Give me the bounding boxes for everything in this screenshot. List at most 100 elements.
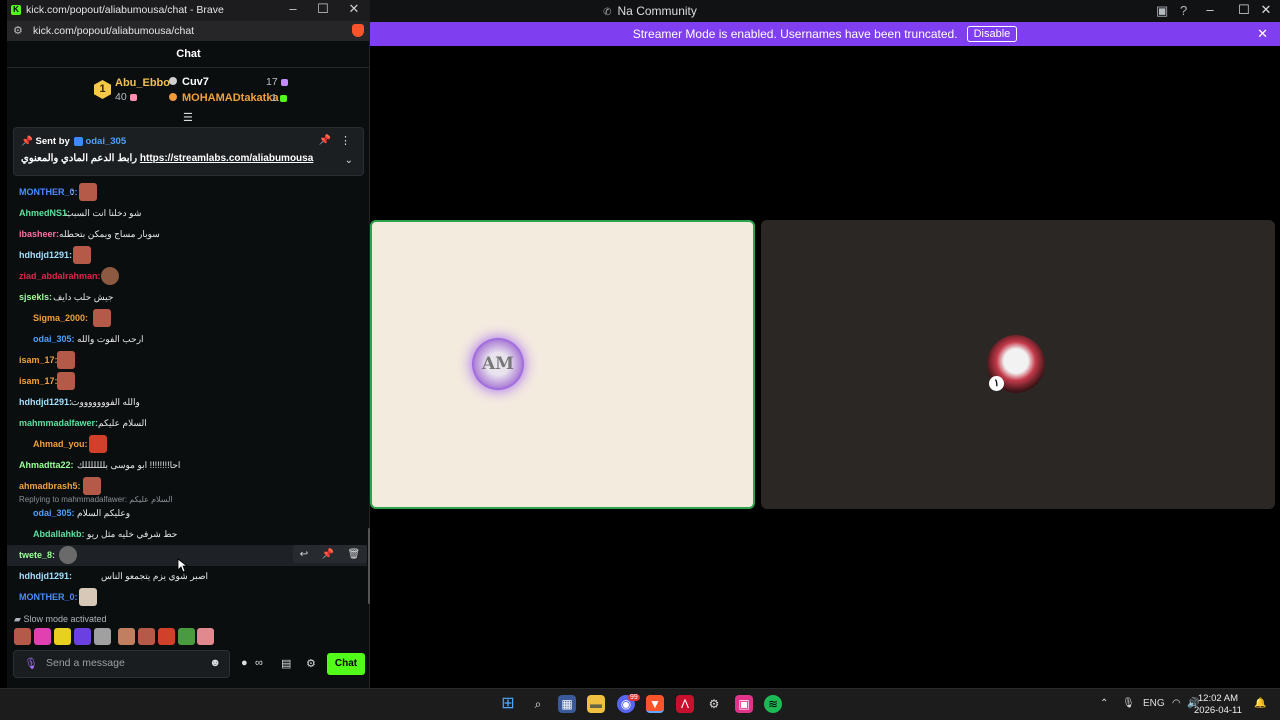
reply-icon[interactable]: ↩ <box>300 549 308 560</box>
leader-name[interactable]: Abu_Ebbo <box>115 77 170 89</box>
unpin-icon[interactable]: 📌 <box>319 135 331 146</box>
brave-shield-icon[interactable] <box>352 24 364 37</box>
start-menu-icon[interactable]: ⊞ <box>499 695 517 713</box>
microphone-icon[interactable]: 🎙 <box>24 657 38 670</box>
microphone-icon[interactable]: 🎙 <box>1122 698 1135 709</box>
app-icon[interactable]: Λ <box>676 695 694 713</box>
chevron-down-icon[interactable]: ⌄ <box>345 155 353 166</box>
chat-username[interactable]: odai_305: <box>33 334 75 344</box>
settings-gear-icon[interactable]: ⚙ <box>306 657 316 670</box>
close-button[interactable]: ✕ <box>340 1 368 17</box>
address-bar[interactable]: ⚙ kick.com/popout/aliabumousa/chat <box>7 21 370 41</box>
emote-button[interactable] <box>94 628 111 645</box>
leader-name[interactable]: MOHAMADtakatka <box>182 92 279 104</box>
chat-message[interactable]: ahmadbrash5: <box>7 476 367 497</box>
store-icon[interactable]: ▤ <box>281 657 291 670</box>
file-explorer-icon[interactable]: ▬ <box>587 695 605 713</box>
more-options-icon[interactable]: ⋮ <box>340 134 351 147</box>
infinity-icon[interactable]: ∞ <box>255 657 263 669</box>
disable-streamer-mode-button[interactable]: Disable <box>966 26 1018 42</box>
chat-username[interactable]: MONTHER_0: <box>19 592 78 602</box>
chat-username[interactable]: twete_8: <box>19 550 55 560</box>
message-input[interactable] <box>46 657 196 669</box>
brave-browser-icon[interactable]: ▼ <box>646 695 664 713</box>
send-chat-button[interactable]: Chat <box>327 653 365 675</box>
chat-username[interactable]: AhmedNS1: <box>19 208 70 218</box>
site-settings-icon[interactable]: ⚙ <box>13 24 23 37</box>
chat-message[interactable]: hdhdjd1291: اصبر شوي يزم يتجمعو الناس <box>7 566 367 587</box>
minimize-button[interactable]: – <box>1196 2 1224 17</box>
chat-username[interactable]: odai_305: <box>33 508 75 518</box>
chat-username[interactable]: isam_17: <box>19 376 58 386</box>
app-icon[interactable]: ⚙ <box>705 695 723 713</box>
chat-message[interactable]: sjsekls: جيش حلب دايف <box>7 287 367 308</box>
pinned-author[interactable]: odai_305 <box>85 136 126 147</box>
chat-username[interactable]: MONTHER_0: <box>19 187 78 197</box>
emote-button[interactable] <box>178 628 195 645</box>
help-icon[interactable]: ? <box>1180 3 1187 18</box>
close-button[interactable]: ✕ <box>1252 2 1280 18</box>
minimize-button[interactable]: – <box>279 1 307 16</box>
chat-username[interactable]: isam_17: <box>19 355 58 365</box>
emoji-picker-icon[interactable]: ☻ <box>209 657 221 669</box>
chat-username[interactable]: ziad_abdalrahman: <box>19 271 101 281</box>
chat-message[interactable]: ziad_abdalrahman: <box>7 266 367 287</box>
chat-message[interactable]: Ahmad_you: <box>7 434 367 455</box>
chat-username[interactable]: hdhdjd1291: <box>19 397 72 407</box>
emote-button[interactable] <box>197 628 214 645</box>
chat-message[interactable]: ibasheer: سوبار مساج ويمكن بتحطله <box>7 224 367 245</box>
chat-username[interactable]: hdhdjd1291: <box>19 571 72 581</box>
spotify-icon[interactable]: ≋ <box>764 695 782 713</box>
inbox-icon[interactable]: ▣ <box>1156 3 1168 19</box>
close-banner-icon[interactable]: ✕ <box>1257 26 1268 42</box>
emote-button[interactable] <box>54 628 71 645</box>
voice-tile[interactable]: ١ <box>761 220 1275 509</box>
chat-message[interactable]: Ahmadtta22: احا!!!!!!!! ابو موسى بللللللل… <box>7 455 367 476</box>
chat-message[interactable]: isam_17: <box>7 371 367 392</box>
maximize-button[interactable]: ☐ <box>309 1 337 17</box>
search-icon[interactable]: ⌕ <box>529 695 547 713</box>
chat-username[interactable]: sjsekls: <box>19 292 52 302</box>
emote-button[interactable] <box>138 628 155 645</box>
wifi-icon[interactable]: ◠ <box>1172 698 1181 709</box>
emote-button[interactable] <box>118 628 135 645</box>
chat-username[interactable]: Ahmad_you: <box>33 439 88 449</box>
chat-message[interactable]: hdhdjd1291: <box>7 245 367 266</box>
chat-message[interactable]: hdhdjd1291: والله الفوووووووت <box>7 392 367 413</box>
emote-button[interactable] <box>158 628 175 645</box>
chat-message[interactable]: MONTHER_0: <box>7 587 367 608</box>
pin-message-icon[interactable]: 📌 <box>322 549 334 560</box>
notifications-icon[interactable]: 🔔 <box>1254 698 1266 709</box>
chat-message[interactable]: Sigma_2000: <box>7 308 367 329</box>
leader-name[interactable]: Cuv7 <box>182 76 209 88</box>
chat-message[interactable]: Abdallahkb: حط شرفي خليه مثل ريو <box>7 524 367 545</box>
show-hidden-icons[interactable]: ⌃ <box>1100 698 1108 709</box>
collapse-leaderboard-icon[interactable]: ☰ <box>183 111 193 124</box>
chat-message[interactable]: odai_305: ارحب الفوت والله <box>7 329 367 350</box>
system-clock[interactable]: 12:02 AM 2026-04-11 <box>1194 693 1242 717</box>
chat-username[interactable]: Ahmadtta22: <box>19 460 74 470</box>
voice-tile-speaking[interactable]: AM <box>370 220 755 509</box>
delete-icon[interactable]: 🗑 <box>348 549 361 560</box>
url-text[interactable]: kick.com/popout/aliabumousa/chat <box>33 25 194 37</box>
chat-username[interactable]: Abdallahkb: <box>33 529 85 539</box>
chat-username[interactable]: hdhdjd1291: <box>19 250 72 260</box>
chat-username[interactable]: Sigma_2000: <box>33 313 88 323</box>
chat-message[interactable]: isam_17: <box>7 350 367 371</box>
pinned-link[interactable]: https://streamlabs.com/aliabumousa <box>140 153 313 164</box>
emote-button[interactable] <box>34 628 51 645</box>
channel-points-icon[interactable]: ● <box>241 657 248 669</box>
chat-username[interactable]: mahmmadalfawer: <box>19 418 98 428</box>
app-icon[interactable]: ▣ <box>735 695 753 713</box>
chat-message[interactable]: AhmedNS1: شو دخلنا انت السبب <box>7 203 367 224</box>
chat-message[interactable]: odai_305: وعليكم السلام <box>7 503 367 524</box>
chat-scrollbar[interactable] <box>368 528 370 604</box>
language-indicator[interactable]: ENG <box>1143 698 1165 709</box>
emote-button[interactable] <box>74 628 91 645</box>
emote-button[interactable] <box>14 628 31 645</box>
chat-username[interactable]: ahmadbrash5: <box>19 481 81 491</box>
chat-message[interactable]: mahmmadalfawer: السلام عليكم <box>7 413 367 434</box>
chat-username[interactable]: ibasheer: <box>19 229 59 239</box>
widgets-icon[interactable]: ▦ <box>558 695 576 713</box>
chat-message[interactable]: MONTHER_0:: <box>7 182 367 203</box>
